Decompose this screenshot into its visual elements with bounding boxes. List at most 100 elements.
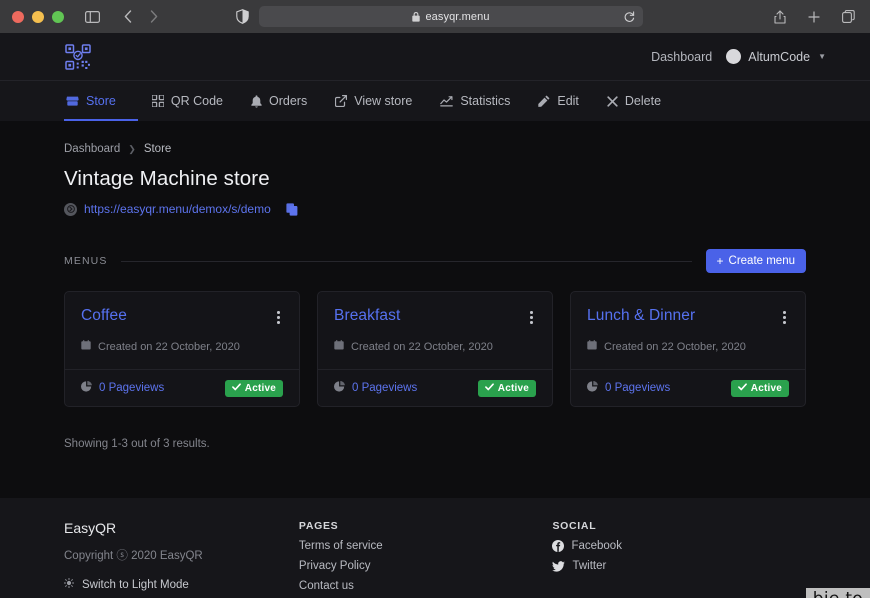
pencil-icon: [538, 95, 550, 107]
footer-copyright: Copyright ⓢ 2020 EasyQR: [64, 550, 203, 563]
site-header: Dashboard AltumCode ▼: [0, 33, 870, 80]
menu-card-title[interactable]: Breakfast: [334, 307, 400, 325]
tab-orders[interactable]: Orders: [237, 81, 321, 121]
menu-card-title[interactable]: Coffee: [81, 307, 127, 325]
footer-link-terms[interactable]: Terms of service: [299, 540, 553, 552]
watermark: bie.to: [805, 588, 870, 598]
qr-code-icon: [151, 95, 164, 107]
check-icon: [737, 382, 747, 394]
switch-theme-label: Switch to Light Mode: [82, 578, 189, 591]
kebab-menu-icon[interactable]: [527, 307, 536, 328]
tab-edit[interactable]: Edit: [524, 81, 593, 121]
create-menu-button[interactable]: + Create menu: [705, 249, 806, 273]
facebook-icon: [552, 540, 565, 553]
chart-line-icon: [440, 95, 454, 107]
menu-card-created-text: Created on 22 October, 2020: [604, 340, 746, 353]
tab-delete[interactable]: Delete: [593, 81, 675, 121]
new-tab-icon[interactable]: [802, 6, 826, 28]
main-content: Dashboard ❯ Store Vintage Machine store …: [0, 121, 870, 450]
footer-link-facebook[interactable]: Facebook: [552, 540, 806, 553]
close-x-icon: [607, 95, 618, 107]
tab-edit-label: Edit: [557, 94, 579, 108]
close-window-button[interactable]: [12, 10, 24, 23]
pie-chart-icon: [334, 379, 345, 397]
status-badge: Active: [730, 379, 789, 397]
qr-code-logo-icon[interactable]: [64, 43, 92, 71]
external-link-icon: [335, 95, 348, 107]
tab-qr-code-label: QR Code: [170, 94, 223, 108]
status-badge-label: Active: [244, 382, 276, 394]
reload-icon[interactable]: [624, 10, 635, 23]
footer-brand-column: EasyQR Copyright ⓢ 2020 EasyQR Switch to: [63, 520, 299, 598]
tab-qr-code[interactable]: QR Code: [138, 81, 237, 121]
footer-link-privacy[interactable]: Privacy Policy: [299, 560, 553, 572]
bell-icon: [251, 94, 262, 108]
menu-card-created: Created on 22 October, 2020: [587, 340, 789, 353]
privacy-shield-icon[interactable]: [236, 0, 249, 33]
menu-card-pageviews: 0 Pageviews: [334, 379, 417, 397]
footer-social-heading: SOCIAL: [552, 520, 597, 533]
maximize-window-button[interactable]: [52, 10, 64, 23]
section-divider: [121, 260, 692, 262]
globe-icon: [64, 202, 77, 216]
twitter-icon: [552, 560, 566, 572]
menus-section-bar: MENUS + Create menu: [64, 249, 806, 273]
user-name: AltumCode: [748, 49, 811, 64]
tab-store[interactable]: Store: [64, 81, 138, 121]
chevron-down-icon: ▼: [818, 52, 826, 61]
results-count: Showing 1-3 out of 3 results.: [64, 438, 210, 451]
calendar-icon: [81, 340, 91, 353]
store-icon: [66, 95, 79, 107]
switch-theme-button[interactable]: Switch to Light Mode: [63, 577, 299, 591]
menu-card-created-text: Created on 22 October, 2020: [98, 340, 240, 353]
copy-icon[interactable]: [286, 202, 298, 216]
menu-card-body: Breakfast Created on 22 October, 2020: [318, 292, 552, 369]
menu-card-pageviews-link[interactable]: 0 Pageviews: [605, 382, 670, 394]
menu-card-created-text: Created on 22 October, 2020: [351, 340, 493, 353]
breadcrumb-dashboard[interactable]: Dashboard: [64, 143, 120, 155]
tab-overview-icon[interactable]: [836, 6, 860, 28]
footer-social-column: SOCIAL Facebook Twitter: [552, 520, 806, 598]
footer-link-twitter[interactable]: Twitter: [552, 560, 806, 572]
menu-card-pageviews-link[interactable]: 0 Pageviews: [352, 382, 417, 394]
avatar: [726, 49, 742, 64]
page-title: Vintage Machine store: [64, 167, 270, 190]
check-icon: [484, 382, 494, 394]
sun-icon: [63, 577, 75, 591]
menu-card-pageviews-link[interactable]: 0 Pageviews: [99, 382, 164, 394]
pie-chart-icon: [81, 379, 92, 397]
address-bar[interactable]: easyqr.menu: [259, 6, 643, 27]
tab-statistics-label: Statistics: [460, 94, 511, 108]
browser-toolbar-right: [768, 0, 860, 33]
menu-card-header: Breakfast: [334, 307, 536, 328]
user-menu[interactable]: AltumCode ▼: [726, 49, 826, 64]
footer-brand-name: EasyQR: [64, 520, 117, 537]
menu-card-created: Created on 22 October, 2020: [334, 340, 536, 353]
menu-card[interactable]: Breakfast Created on 22 October, 2020 0 …: [317, 291, 553, 408]
header-dashboard-link[interactable]: Dashboard: [651, 50, 712, 64]
menu-card[interactable]: Coffee Created on 22 October, 2020 0 Pag…: [64, 291, 300, 408]
tab-view-store[interactable]: View store: [321, 81, 426, 121]
menus-section-label: MENUS: [64, 255, 108, 267]
footer-link-contact[interactable]: Contact us: [299, 580, 553, 592]
calendar-icon: [587, 340, 597, 353]
menu-card-title[interactable]: Lunch & Dinner: [587, 307, 695, 325]
site-footer: EasyQR Copyright ⓢ 2020 EasyQR Switch to: [0, 498, 870, 598]
status-badge: Active: [477, 379, 536, 397]
tab-statistics[interactable]: Statistics: [426, 81, 524, 121]
store-url-link[interactable]: https://easyqr.menu/demox/s/demo: [84, 202, 271, 216]
kebab-menu-icon[interactable]: [274, 307, 283, 328]
share-icon[interactable]: [768, 6, 792, 28]
kebab-menu-icon[interactable]: [780, 307, 789, 328]
footer-pages-heading: PAGES: [298, 520, 339, 533]
browser-forward-icon[interactable]: [142, 6, 166, 28]
tab-view-store-label: View store: [354, 94, 413, 108]
lock-icon: [412, 11, 421, 22]
breadcrumb-current: Store: [143, 143, 172, 155]
menu-card[interactable]: Lunch & Dinner Created on 22 October, 20…: [570, 291, 806, 408]
minimize-window-button[interactable]: [32, 10, 44, 23]
sidebar-toggle-icon[interactable]: [80, 6, 104, 28]
browser-back-icon[interactable]: [116, 6, 140, 28]
status-badge-label: Active: [750, 382, 782, 394]
menu-card-created: Created on 22 October, 2020: [81, 340, 283, 353]
